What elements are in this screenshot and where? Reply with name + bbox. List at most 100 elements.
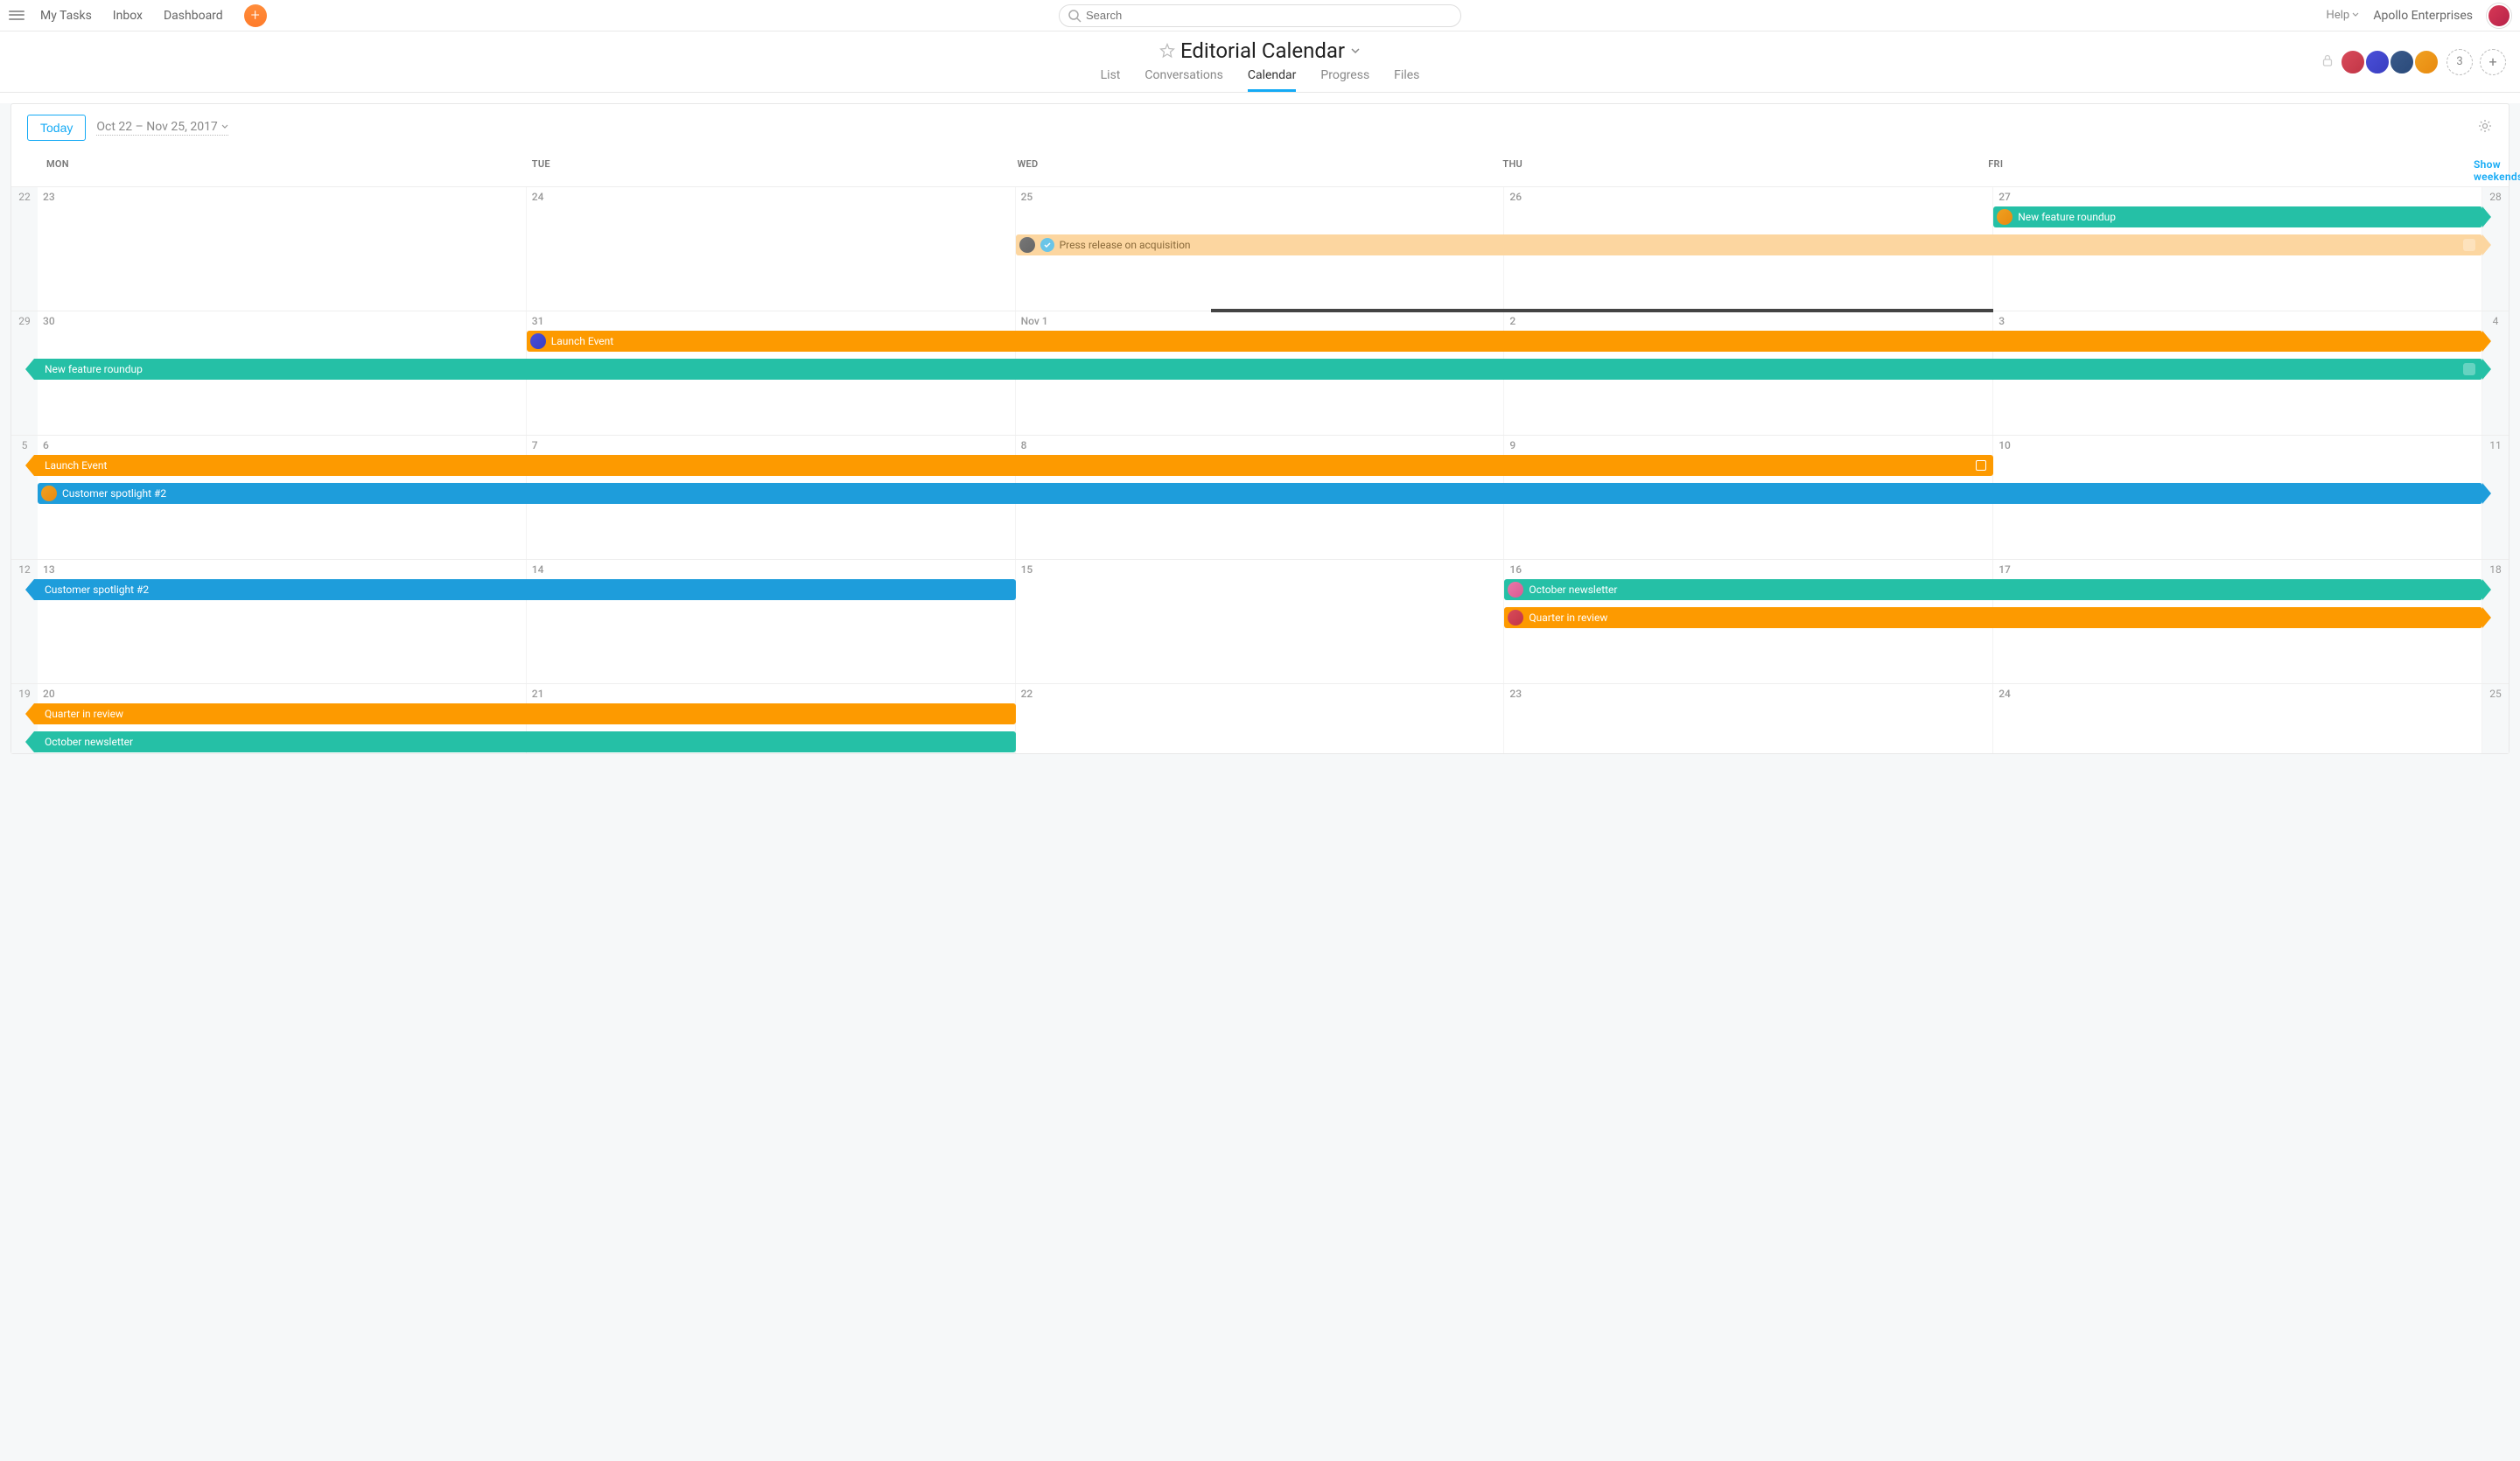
subtask-icon <box>2463 363 2475 375</box>
member-avatar[interactable] <box>2389 49 2415 75</box>
top-nav: My Tasks Inbox Dashboard <box>40 9 223 23</box>
tab-progress[interactable]: Progress <box>1320 65 1369 92</box>
task-bar[interactable]: October newsletter <box>1504 579 2482 600</box>
day-number: 2 <box>1509 315 1987 327</box>
tab-files[interactable]: Files <box>1394 65 1419 92</box>
day-header-fri: FRI <box>1988 158 2474 183</box>
week-row: 5 6 7 8 9 10 11 Launch Event Customer sp… <box>11 435 2509 559</box>
task-bar[interactable]: Launch Event <box>527 331 2482 352</box>
day-headers: MON TUE WED THU FRI Show weekends <box>11 151 2509 186</box>
day-number: 20 <box>43 688 521 700</box>
day-number: 21 <box>532 688 1010 700</box>
task-bar[interactable]: October newsletter <box>34 731 1016 752</box>
task-label: Customer spotlight #2 <box>45 584 149 596</box>
chevron-down-icon <box>2352 11 2359 18</box>
star-icon[interactable] <box>1159 43 1175 59</box>
week-row: 22 23 24 25 26 27 28 New feature roundup… <box>11 186 2509 311</box>
nav-inbox[interactable]: Inbox <box>113 9 143 23</box>
weekend-right: 25 <box>2482 684 2509 753</box>
help-menu[interactable]: Help <box>2327 9 2360 22</box>
task-bar[interactable]: Quarter in review <box>34 703 1016 724</box>
task-label: New feature roundup <box>2018 211 2116 223</box>
assignee-avatar <box>1997 209 2012 225</box>
weekend-left: 22 <box>11 187 38 311</box>
project-members: 3 + <box>2320 49 2506 75</box>
day-number: 3 <box>1998 315 2476 327</box>
lock-icon[interactable] <box>2320 53 2334 71</box>
day-number: 27 <box>1998 191 2476 203</box>
search-icon <box>1068 9 1082 23</box>
calendar-toolbar: Today Oct 22 – Nov 25, 2017 <box>11 104 2509 151</box>
day-number: 13 <box>43 563 521 576</box>
calendar-area: Today Oct 22 – Nov 25, 2017 MON TUE WED … <box>0 103 2520 1461</box>
task-label: October newsletter <box>45 736 133 748</box>
task-label: Launch Event <box>551 335 613 347</box>
day-number: 9 <box>1509 439 1987 451</box>
assignee-avatar <box>41 486 57 501</box>
task-bar[interactable]: Launch Event <box>34 455 1993 476</box>
member-avatar[interactable] <box>2364 49 2390 75</box>
topbar-right: Help Apollo Enterprises <box>2327 3 2511 28</box>
tab-list[interactable]: List <box>1101 65 1121 92</box>
day-number: 23 <box>43 191 521 203</box>
search-input[interactable] <box>1059 4 1461 27</box>
task-bar[interactable]: Customer spotlight #2 <box>34 579 1016 600</box>
day-number: 10 <box>1998 439 2476 451</box>
day-number: 8 <box>1021 439 1499 451</box>
day-number: 15 <box>1021 563 1499 576</box>
today-marker <box>1211 309 1505 312</box>
task-label: Quarter in review <box>1529 612 1607 624</box>
assignee-avatar <box>1508 582 1523 598</box>
date-range-picker[interactable]: Oct 22 – Nov 25, 2017 <box>96 120 228 136</box>
menu-icon[interactable] <box>9 8 24 24</box>
check-icon <box>1040 238 1054 252</box>
task-label: Press release on acquisition <box>1060 239 1191 251</box>
assignee-avatar <box>530 333 546 349</box>
user-avatar[interactable] <box>2487 3 2511 28</box>
day-number: 6 <box>43 439 521 451</box>
task-label: Launch Event <box>45 459 107 472</box>
show-weekends-link[interactable]: Show weekends <box>2474 158 2520 183</box>
calendar-settings-icon[interactable] <box>2477 118 2493 137</box>
day-number: 26 <box>1509 191 1987 203</box>
task-bar[interactable]: Press release on acquisition <box>1016 234 2482 255</box>
task-label: Customer spotlight #2 <box>62 487 166 500</box>
day-number: 23 <box>1509 688 1987 700</box>
task-bar[interactable]: Quarter in review <box>1504 607 2482 628</box>
day-number: 17 <box>1998 563 2476 576</box>
week-row: 12 13 14 15 16 17 18 Customer spotlight … <box>11 559 2509 683</box>
member-overflow[interactable]: 3 <box>2446 49 2473 75</box>
assignee-avatar <box>1508 610 1523 626</box>
member-avatar[interactable] <box>2340 49 2366 75</box>
assignee-avatar <box>1019 237 1035 253</box>
day-number: 24 <box>1998 688 2476 700</box>
task-label: Quarter in review <box>45 708 123 720</box>
day-number: 24 <box>532 191 1010 203</box>
day-number: 14 <box>532 563 1010 576</box>
search-wrap <box>1059 4 1461 27</box>
project-menu-icon[interactable] <box>1350 45 1361 56</box>
project-header: Editorial Calendar List Conversations Ca… <box>0 31 2520 93</box>
nav-my-tasks[interactable]: My Tasks <box>40 9 92 23</box>
topbar: My Tasks Inbox Dashboard + Help Apollo E… <box>0 0 2520 31</box>
nav-dashboard[interactable]: Dashboard <box>164 9 223 23</box>
project-title: Editorial Calendar <box>1180 38 1345 63</box>
member-avatar[interactable] <box>2413 49 2440 75</box>
tab-conversations[interactable]: Conversations <box>1144 65 1222 92</box>
tab-calendar[interactable]: Calendar <box>1248 65 1297 92</box>
day-number: 22 <box>1021 688 1499 700</box>
task-bar[interactable]: Customer spotlight #2 <box>38 483 2482 504</box>
day-number: 7 <box>532 439 1010 451</box>
add-button[interactable]: + <box>244 4 267 27</box>
day-number: 30 <box>43 315 521 327</box>
add-member-button[interactable]: + <box>2480 49 2506 75</box>
task-bar[interactable]: New feature roundup <box>34 359 2482 380</box>
today-button[interactable]: Today <box>27 115 86 141</box>
day-header-wed: WED <box>1018 158 1503 183</box>
day-header-thu: THU <box>1502 158 1988 183</box>
task-bar[interactable]: New feature roundup <box>1993 206 2482 227</box>
org-name[interactable]: Apollo Enterprises <box>2373 9 2473 23</box>
subtask-icon <box>2463 239 2475 251</box>
day-number: 31 <box>532 315 1010 327</box>
milestone-icon <box>1976 460 1986 471</box>
